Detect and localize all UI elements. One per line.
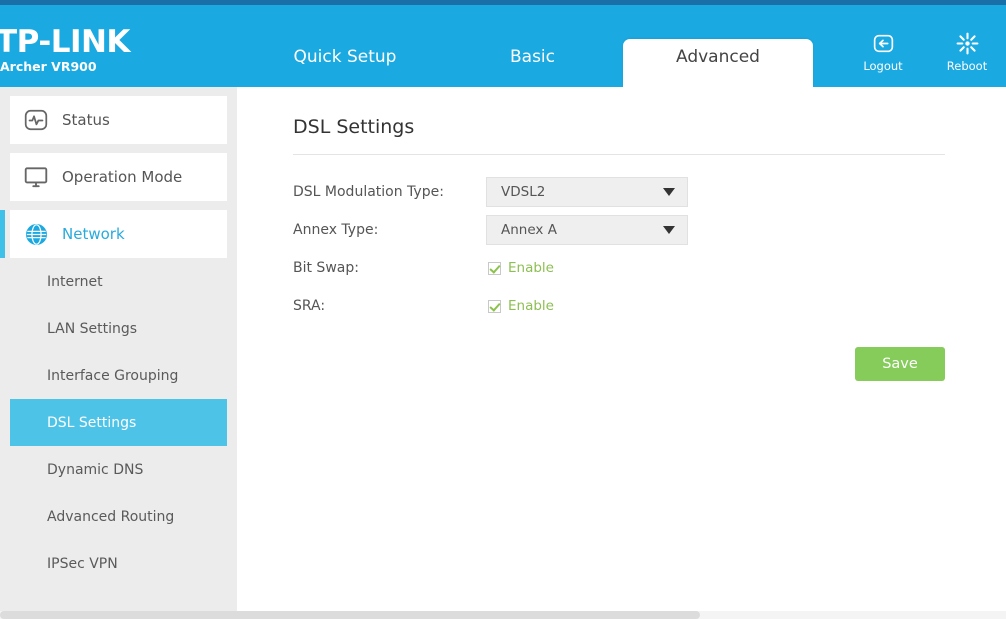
app-header: TP-LINK Archer VR900 Quick Setup Basic A… bbox=[0, 5, 1006, 87]
horizontal-scrollbar[interactable] bbox=[0, 611, 1006, 619]
sidebar-item-lan-settings[interactable]: LAN Settings bbox=[10, 305, 227, 352]
brand-name: TP-LINK bbox=[0, 24, 130, 60]
chevron-down-icon bbox=[663, 188, 675, 196]
sidebar-item-dynamic-dns[interactable]: Dynamic DNS bbox=[10, 446, 227, 493]
main-nav: Quick Setup Basic Advanced bbox=[250, 5, 830, 87]
chevron-down-icon bbox=[663, 226, 675, 234]
sidebar-item-interface-grouping[interactable]: Interface Grouping bbox=[10, 352, 227, 399]
header-actions: Logout Reboot bbox=[854, 31, 996, 74]
annex-type-value: Annex A bbox=[501, 222, 557, 238]
sidebar-item-label: Operation Mode bbox=[62, 168, 183, 186]
sidebar-item-network[interactable]: Network bbox=[0, 210, 227, 258]
router-admin-page: TP-LINK Archer VR900 Quick Setup Basic A… bbox=[0, 0, 1006, 619]
annex-type-select[interactable]: Annex A bbox=[486, 215, 688, 245]
logout-button[interactable]: Logout bbox=[854, 31, 912, 74]
annex-type-label: Annex Type: bbox=[293, 222, 379, 238]
row-bit-swap: Bit Swap: Enable bbox=[293, 249, 1006, 287]
checkbox-checked-icon bbox=[488, 299, 501, 313]
horizontal-scrollbar-thumb[interactable] bbox=[0, 611, 700, 619]
bit-swap-checkbox-label: Enable bbox=[508, 260, 554, 276]
sidebar-item-label: Network bbox=[62, 225, 125, 243]
row-sra: SRA: Enable bbox=[293, 287, 1006, 325]
sidebar-item-operation-mode[interactable]: Operation Mode bbox=[10, 153, 227, 201]
row-dsl-modulation-type: DSL Modulation Type: VDSL2 bbox=[293, 173, 1006, 211]
checkbox-checked-icon bbox=[488, 261, 501, 275]
sidebar-submenu: Internet LAN Settings Interface Grouping… bbox=[10, 258, 227, 587]
logout-icon bbox=[854, 31, 912, 58]
tab-quick-setup[interactable]: Quick Setup bbox=[250, 39, 440, 87]
reboot-button[interactable]: Reboot bbox=[938, 31, 996, 74]
bit-swap-label: Bit Swap: bbox=[293, 260, 359, 276]
bit-swap-checkbox[interactable]: Enable bbox=[486, 260, 554, 276]
sidebar-item-advanced-routing[interactable]: Advanced Routing bbox=[10, 493, 227, 540]
main-content: DSL Settings DSL Modulation Type: VDSL2 … bbox=[237, 87, 1006, 612]
sidebar-item-label: Status bbox=[62, 111, 110, 129]
brand-logo: TP-LINK Archer VR900 bbox=[0, 25, 246, 75]
title-divider bbox=[293, 154, 945, 155]
reboot-icon bbox=[938, 31, 996, 58]
sidebar: Status Operation Mode Network Internet L… bbox=[0, 87, 237, 612]
sidebar-item-status[interactable]: Status bbox=[10, 96, 227, 144]
reboot-label: Reboot bbox=[946, 59, 988, 73]
sra-label: SRA: bbox=[293, 298, 326, 314]
sra-checkbox[interactable]: Enable bbox=[486, 298, 554, 314]
sidebar-item-internet[interactable]: Internet bbox=[10, 258, 227, 305]
status-pulse-icon bbox=[10, 107, 62, 133]
logout-label: Logout bbox=[863, 59, 903, 73]
globe-icon bbox=[10, 222, 62, 247]
tab-basic[interactable]: Basic bbox=[440, 39, 625, 87]
form-actions: Save bbox=[293, 347, 945, 391]
monitor-icon bbox=[10, 164, 62, 190]
brand-model: Archer VR900 bbox=[0, 59, 97, 74]
sra-checkbox-label: Enable bbox=[508, 298, 554, 314]
sidebar-item-ipsec-vpn[interactable]: IPSec VPN bbox=[10, 540, 227, 587]
page-title: DSL Settings bbox=[293, 116, 415, 138]
dsl-modulation-type-select[interactable]: VDSL2 bbox=[486, 177, 688, 207]
dsl-settings-form: DSL Modulation Type: VDSL2 Annex Type: A… bbox=[293, 173, 1006, 391]
dsl-modulation-type-label: DSL Modulation Type: bbox=[293, 184, 444, 200]
dsl-modulation-type-value: VDSL2 bbox=[501, 184, 546, 200]
save-button[interactable]: Save bbox=[855, 347, 945, 381]
tab-advanced[interactable]: Advanced bbox=[623, 39, 813, 87]
row-annex-type: Annex Type: Annex A bbox=[293, 211, 1006, 249]
sidebar-item-dsl-settings[interactable]: DSL Settings bbox=[10, 399, 227, 446]
